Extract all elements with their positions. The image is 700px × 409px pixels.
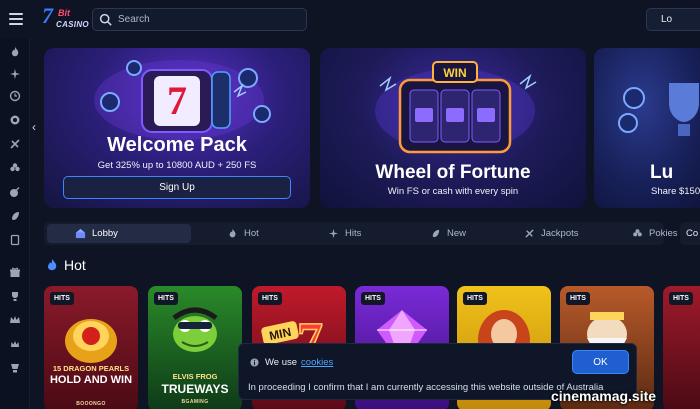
section-title: Hot — [64, 257, 86, 273]
game-title-small: ELVIS FROG — [172, 372, 218, 381]
game-title: HOLD AND WIN — [49, 374, 133, 386]
rocket-icon[interactable] — [9, 210, 21, 222]
slot-machine-illustration: 7 — [94, 60, 271, 140]
clover-icon[interactable] — [9, 162, 21, 174]
hits-badge: HITS — [669, 292, 693, 305]
rocket-icon — [432, 229, 440, 238]
tab-jackpots[interactable]: Jackpots — [524, 222, 579, 245]
section-heading: Hot — [46, 257, 86, 273]
tab-new[interactable]: New — [430, 222, 466, 245]
cookie-lead: We use cookies — [265, 357, 334, 368]
ok-button[interactable]: OK — [572, 350, 629, 374]
game-title: TRUEWAYS — [161, 382, 229, 396]
win-badge: WIN — [443, 66, 466, 80]
category-tabs: Lobby Hot Hits New Jackpots Pokies — [44, 222, 678, 245]
carousel-prev-icon[interactable]: ‹ — [32, 120, 36, 134]
sidebar — [0, 38, 30, 409]
flame-icon — [229, 228, 236, 238]
sign-up-button[interactable]: Sign Up — [63, 176, 291, 199]
casino-logo[interactable]: 7 Bit CASINO — [42, 3, 89, 32]
hits-badge: HITS — [566, 292, 590, 305]
search-icon — [99, 13, 112, 26]
elvis-frog-art — [172, 307, 218, 352]
game-card[interactable]: HITS ELVIS FROG TRUEWAYS BGAMING — [148, 286, 242, 409]
lucky-banner[interactable]: Lu Share $150 — [594, 48, 700, 208]
casino-app: 7BitCASINO Lo ‹ 7 — [0, 0, 700, 409]
cherries-icon[interactable] — [9, 138, 21, 150]
search-input[interactable] — [118, 14, 298, 25]
crown-small-icon[interactable] — [9, 338, 21, 350]
jackpot-icon — [525, 229, 534, 238]
flame-icon[interactable] — [9, 46, 21, 58]
cup-icon[interactable] — [9, 362, 21, 374]
bomb-icon[interactable] — [9, 186, 21, 198]
hits-badge: HITS — [154, 292, 178, 305]
watermark: cinemamag.site — [551, 388, 657, 404]
info-icon — [250, 358, 259, 367]
game-provider: BGAMING — [181, 399, 209, 405]
flame-icon — [47, 259, 57, 271]
game-title-small: 15 DRAGON PEARLS — [52, 364, 130, 373]
card-icon[interactable] — [9, 234, 21, 246]
lobby-icon — [75, 228, 86, 239]
dragon-pearls-art — [65, 319, 117, 363]
login-button[interactable]: Lo — [646, 8, 700, 31]
tab-pokies[interactable]: Pokies — [632, 222, 678, 245]
tab-hits[interactable]: Hits — [328, 222, 361, 245]
clock-icon[interactable] — [9, 90, 21, 102]
gift-icon[interactable] — [9, 114, 21, 126]
hits-badge: HITS — [463, 292, 487, 305]
welcome-pack-banner[interactable]: 7 Welcome Pack Get 325% up to 10800 AUD … — [44, 48, 310, 208]
wheel-slot-illustration: WIN — [375, 61, 537, 154]
search-bar[interactable] — [92, 8, 307, 31]
svg-text:7: 7 — [167, 78, 187, 123]
trophy-icon[interactable] — [9, 290, 21, 302]
sparkle-icon — [328, 228, 339, 239]
hits-badge: HITS — [361, 292, 385, 305]
hits-badge: HITS — [50, 292, 74, 305]
banner-subtitle: Win FS or cash with every spin — [387, 186, 519, 197]
tab-hot[interactable]: Hot — [227, 222, 259, 245]
game-card[interactable]: HITS 15 DRAGON PEARLS HOLD AND WIN BOOON… — [44, 286, 138, 409]
cherries-icon — [633, 229, 642, 237]
wheel-of-fortune-banner[interactable]: WIN Wheel of Fortune Win FS or cash with… — [320, 48, 586, 208]
crown-icon[interactable] — [9, 314, 21, 326]
game-provider: BOOONGO — [76, 401, 106, 407]
tab-lobby[interactable]: Lobby — [47, 224, 191, 243]
game-card[interactable]: HITS — [663, 286, 700, 409]
gift-box-icon[interactable] — [9, 266, 21, 278]
trophy-chips-illustration — [618, 83, 699, 136]
menu-icon[interactable] — [6, 10, 26, 28]
top-bar: 7BitCASINO Lo — [0, 0, 700, 38]
tab-extra[interactable]: Co — [680, 222, 700, 245]
banner-subtitle: Get 325% up to 10800 AUD + 250 FS — [97, 160, 257, 171]
banner-subtitle: Share $150 — [651, 186, 700, 197]
sparkle-icon[interactable] — [9, 68, 21, 80]
banner-title: Wheel of Fortune — [375, 162, 531, 183]
hits-badge: HITS — [258, 292, 282, 305]
banner-title: Welcome Pack — [107, 134, 247, 156]
cookies-link[interactable]: cookies — [301, 357, 333, 368]
banner-title: Lu — [650, 162, 674, 183]
